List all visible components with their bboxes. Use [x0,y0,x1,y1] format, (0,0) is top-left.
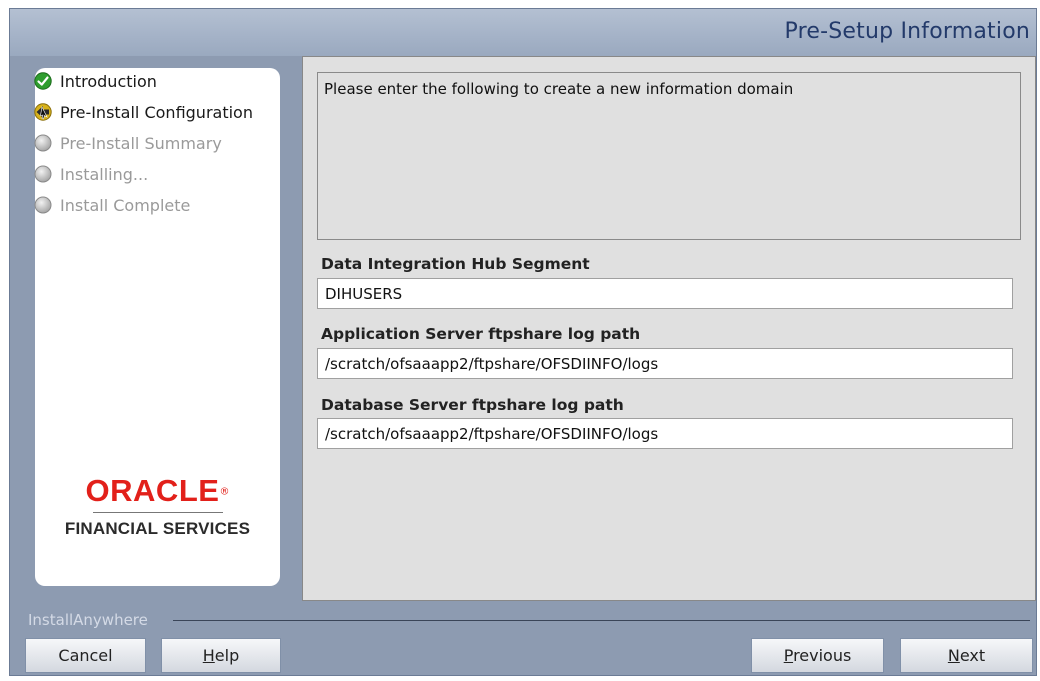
data-integration-hub-segment-label: Data Integration Hub Segment [321,255,590,273]
step-label: Installing... [60,164,149,184]
app-server-log-path-input[interactable] [317,348,1013,379]
steps-sidebar: Introduction Pre-Install Configuration P… [34,68,280,586]
installer-name: InstallAnywhere [28,611,154,629]
cancel-button[interactable]: Cancel [25,638,146,673]
step-install-complete: Install Complete [34,194,190,216]
pending-circle-icon [34,134,52,152]
logo-divider [92,512,223,513]
page-title: Pre-Setup Information [784,19,1030,44]
help-button[interactable]: Help [161,638,281,673]
step-label: Install Complete [60,195,191,215]
pending-circle-icon [34,165,52,183]
separator-line [173,620,1030,621]
data-integration-hub-segment-input[interactable] [317,278,1013,309]
oracle-subtitle: FINANCIAL SERVICES [64,519,251,538]
previous-button-label: revious [793,646,852,665]
step-label: Pre-Install Configuration [60,102,253,122]
app-server-log-path-label: Application Server ftpshare log path [321,325,641,343]
db-server-log-path-label: Database Server ftpshare log path [321,396,624,414]
step-label: Pre-Install Summary [60,133,222,153]
installer-brand-row: InstallAnywhere [10,609,1036,631]
description-box: Please enter the following to create a n… [317,72,1021,240]
previous-button-mnemonic: P [783,646,794,665]
description-text: Please enter the following to create a n… [324,80,794,98]
current-step-arrow-icon [34,103,52,121]
help-button-label: elp [214,646,240,665]
help-button-mnemonic: H [202,646,215,665]
next-button-label: ext [959,646,986,665]
step-pre-install-summary: Pre-Install Summary [34,132,222,154]
next-button-mnemonic: N [947,646,960,665]
oracle-logo: ORACLE® FINANCIAL SERVICES [35,473,280,539]
header-bar: Pre-Setup Information [10,9,1036,56]
pending-circle-icon [34,196,52,214]
trademark-mark: ® [219,486,230,498]
step-installing: Installing... [34,163,148,185]
step-label: Introduction [60,71,157,91]
step-pre-install-configuration: Pre-Install Configuration [34,101,253,123]
check-icon [34,72,52,90]
db-server-log-path-input[interactable] [317,418,1013,449]
next-button[interactable]: Next [900,638,1033,673]
step-introduction: Introduction [34,70,157,92]
installer-window: Pre-Setup Information Introduction Pre-I… [9,8,1037,676]
oracle-wordmark: ORACLE [85,473,220,508]
previous-button[interactable]: Previous [751,638,884,673]
content-panel: Please enter the following to create a n… [302,56,1036,601]
